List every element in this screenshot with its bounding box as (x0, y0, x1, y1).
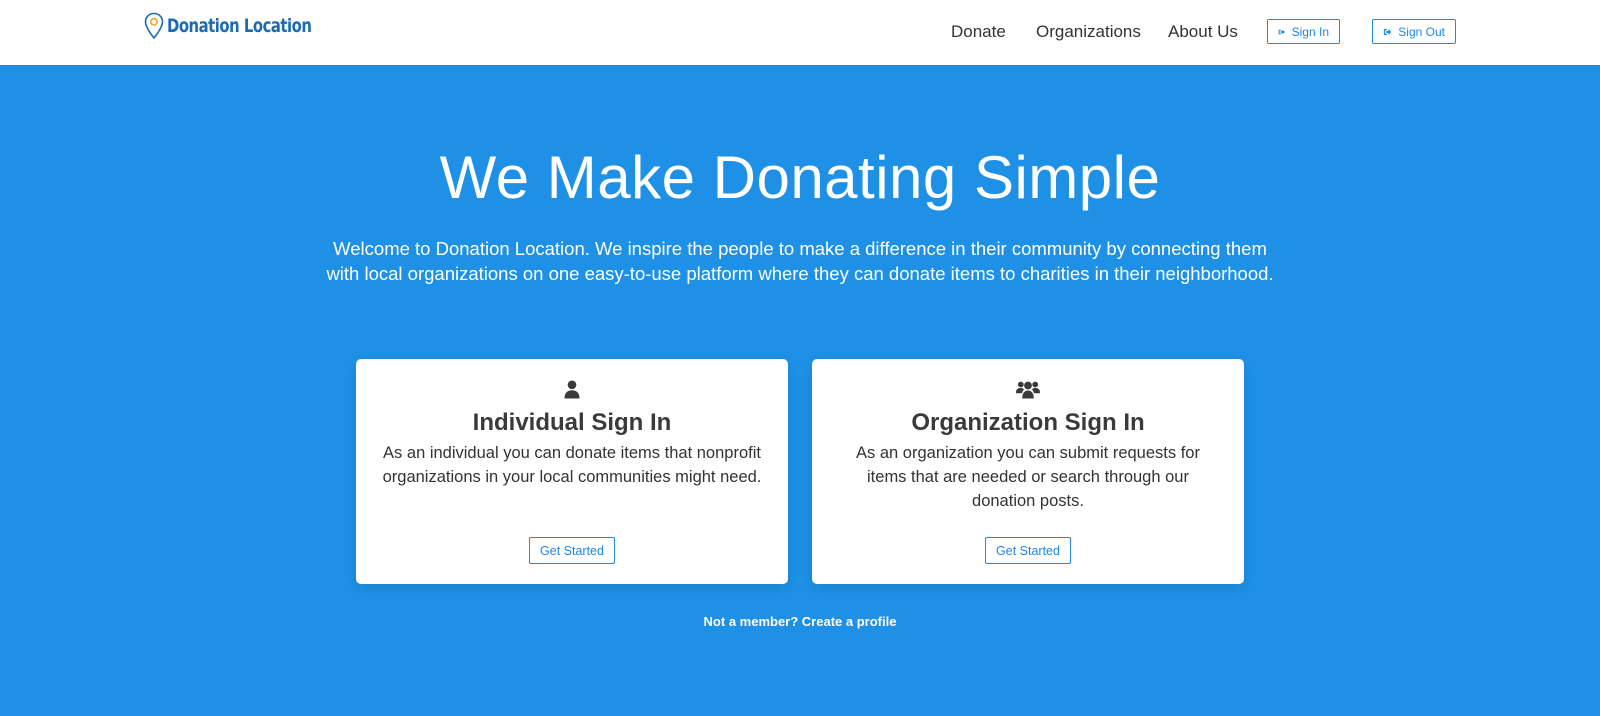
brand-logo-link[interactable]: Donation Location (144, 12, 352, 40)
organization-sign-in-card: Organization Sign In As an organization … (812, 359, 1244, 584)
users-icon (1016, 381, 1040, 399)
navbar: Donation Location Donate Organizations A… (0, 0, 1600, 65)
individual-sign-in-card: Individual Sign In As an individual you … (356, 359, 788, 584)
sign-out-button[interactable]: Sign Out (1372, 19, 1456, 44)
sign-out-label: Sign Out (1398, 24, 1445, 39)
nav-link-donate[interactable]: Donate (951, 22, 1006, 42)
individual-card-title: Individual Sign In (472, 409, 672, 436)
sign-in-icon (1278, 29, 1285, 34)
sign-in-label: Sign In (1291, 24, 1329, 39)
hero-title: We Make Donating Simple (439, 144, 1161, 211)
hero-subtitle: Welcome to Donation Location. We inspire… (326, 238, 1274, 284)
individual-get-started-button[interactable]: Get Started (529, 537, 615, 564)
location-pin-icon (144, 12, 164, 40)
nav-link-about-us[interactable]: About Us (1168, 22, 1238, 42)
brand-name: Donation Location (167, 15, 312, 37)
sign-out-icon (1383, 28, 1392, 35)
organization-card-description: As an organization you can submit reques… (856, 444, 1200, 510)
user-icon (564, 380, 580, 399)
create-profile-link[interactable]: Not a member? Create a profile (0, 614, 1600, 629)
individual-card-description: As an individual you can donate items th… (382, 444, 762, 486)
organization-card-title: Organization Sign In (911, 409, 1145, 436)
organization-get-started-button[interactable]: Get Started (985, 537, 1071, 564)
nav-link-organizations[interactable]: Organizations (1036, 22, 1141, 42)
sign-in-button[interactable]: Sign In (1267, 19, 1340, 44)
